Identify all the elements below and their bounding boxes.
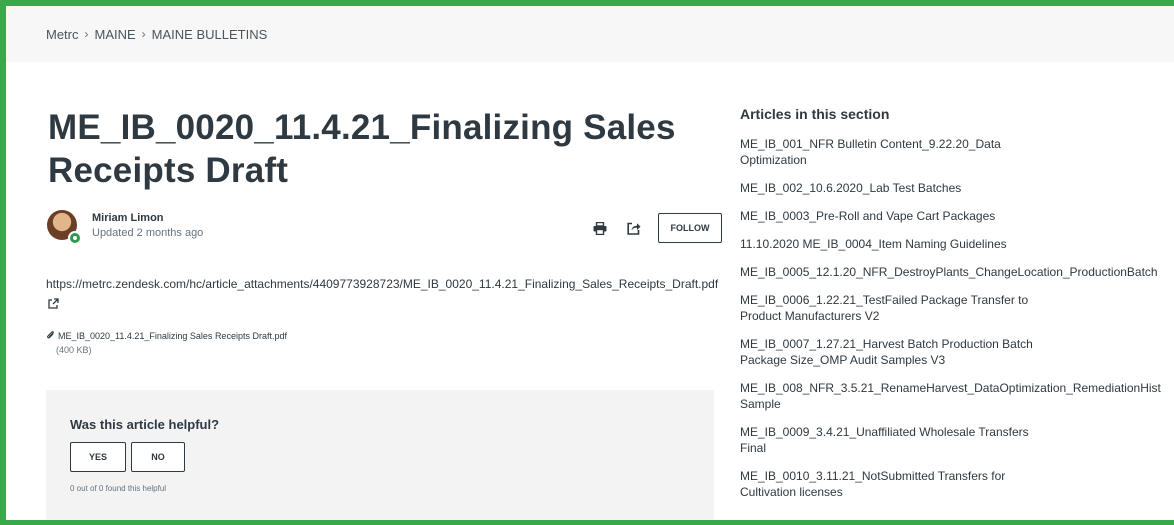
section-article-line: Optimization [740, 153, 807, 167]
section-article-link[interactable]: ME_IB_0009_3.4.21_Unaffiliated Wholesale… [740, 424, 1174, 456]
section-article-line: ME_IB_0009_3.4.21_Unaffiliated Wholesale… [740, 425, 1029, 439]
article-author: Miriam Limon Updated 2 months ago [47, 210, 203, 245]
section-article-line: ME_IB_001_NFR Bulletin Content_9.22.20_D… [740, 137, 1001, 151]
breadcrumb-separator: › [141, 27, 146, 41]
breadcrumb-item-metrc[interactable]: Metrc [46, 27, 79, 42]
attachment-url-link[interactable]: https://metrc.zendesk.com/hc/article_att… [46, 277, 718, 291]
section-article-line: Package Size_OMP Audit Samples V3 [740, 353, 946, 367]
breadcrumb-item-maine-bulletins[interactable]: MAINE BULLETINS [152, 27, 268, 42]
external-link-icon [48, 295, 59, 315]
section-article-line: Cultivation licenses [740, 485, 843, 499]
article-updated: Updated 2 months ago [92, 226, 204, 239]
follow-button[interactable]: FOLLOW [658, 213, 722, 243]
section-article-line: ME_IB_0010_3.11.21_NotSubmitted Transfer… [740, 469, 1006, 483]
breadcrumb-separator: › [84, 27, 89, 41]
section-articles-list: ME_IB_001_NFR Bulletin Content_9.22.20_D… [740, 136, 1174, 500]
vote-yes-button[interactable]: YES [70, 442, 126, 472]
breadcrumb: Metrc › MAINE › MAINE BULLETINS [6, 6, 1174, 62]
article-actions: FOLLOW [590, 213, 722, 243]
section-article-line: ME_IB_0005_12.1.20_NFR_DestroyPlants_Cha… [740, 265, 1158, 279]
section-article-line: ME_IB_0006_1.22.21_TestFailed Package Tr… [740, 293, 1029, 307]
article-body-link: https://metrc.zendesk.com/hc/article_att… [46, 274, 726, 315]
section-articles: Articles in this section ME_IB_001_NFR B… [740, 106, 1174, 500]
section-article-link[interactable]: ME_IB_002_10.6.2020_Lab Test Batches [740, 180, 1174, 196]
attachment-size: (400 KB) [56, 345, 92, 355]
section-article-link[interactable]: ME_IB_0007_1.27.21_Harvest Batch Product… [740, 336, 1174, 368]
section-article-line: Final [740, 441, 767, 455]
section-article-link[interactable]: 11.10.2020 ME_IB_0004_Item Naming Guidel… [740, 236, 1174, 252]
article-feedback: Was this article helpful? YES NO 0 out o… [46, 390, 714, 520]
section-article-line: Product Manufacturers V2 [740, 309, 880, 323]
section-article-line: ME_IB_002_10.6.2020_Lab Test Batches [740, 181, 962, 195]
feedback-question: Was this article helpful? [70, 417, 220, 432]
section-article-line: ME_IB_008_NFR_3.5.21_RenameHarvest_DataO… [740, 381, 1161, 395]
attachment: ME_IB_0020_11.4.21_Finalizing Sales Rece… [46, 330, 287, 357]
section-article-line: Sample [740, 397, 781, 411]
vote-count: 0 out of 0 found this helpful [70, 484, 167, 493]
author-name[interactable]: Miriam Limon [92, 212, 203, 224]
screenshot-frame: Metrc › MAINE › MAINE BULLETINS ME_IB_00… [0, 0, 1174, 525]
section-article-link[interactable]: ME_IB_008_NFR_3.5.21_RenameHarvest_DataO… [740, 380, 1174, 412]
breadcrumb-item-maine[interactable]: MAINE [95, 27, 136, 42]
author-meta: Miriam Limon Updated 2 months ago [92, 212, 203, 239]
section-article-link[interactable]: ME_IB_0006_1.22.21_TestFailed Package Tr… [740, 292, 1174, 324]
section-article-link[interactable]: ME_IB_0010_3.11.21_NotSubmitted Transfer… [740, 468, 1174, 500]
vote-no-button[interactable]: NO [131, 442, 185, 472]
avatar[interactable] [47, 210, 82, 245]
section-article-link[interactable]: ME_IB_0003_Pre-Roll and Vape Cart Packag… [740, 208, 1174, 224]
section-articles-title: Articles in this section [740, 106, 890, 122]
paperclip-icon [46, 330, 55, 344]
article-title: ME_IB_0020_11.4.21_Finalizing Sales Rece… [48, 108, 676, 190]
share-icon[interactable] [624, 218, 644, 238]
section-article-line: 11.10.2020 ME_IB_0004_Item Naming Guidel… [740, 237, 1007, 251]
print-icon[interactable] [590, 218, 610, 238]
section-article-link[interactable]: ME_IB_0005_12.1.20_NFR_DestroyPlants_Cha… [740, 264, 1174, 280]
section-article-line: ME_IB_0007_1.27.21_Harvest Batch Product… [740, 337, 1033, 351]
section-article-line: ME_IB_0003_Pre-Roll and Vape Cart Packag… [740, 209, 996, 223]
agent-badge-icon [68, 231, 82, 245]
section-article-link[interactable]: ME_IB_001_NFR Bulletin Content_9.22.20_D… [740, 136, 1174, 168]
attachment-link[interactable]: ME_IB_0020_11.4.21_Finalizing Sales Rece… [58, 331, 287, 341]
